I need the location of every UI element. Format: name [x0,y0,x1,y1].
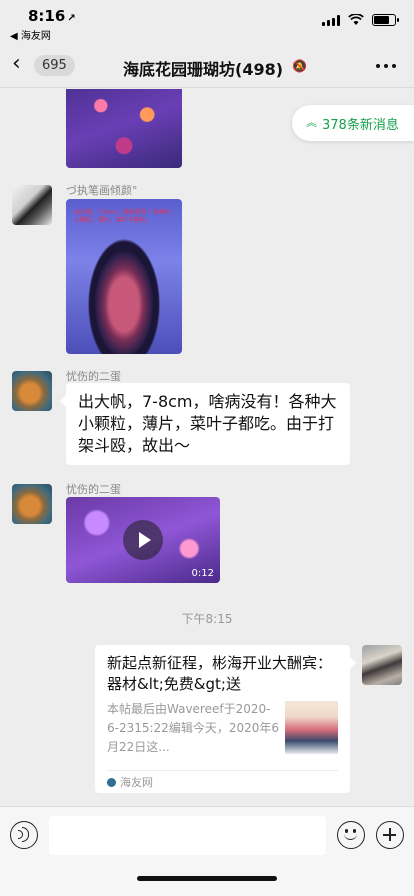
back-chevron-icon[interactable]: ‹ [12,53,21,75]
my-avatar[interactable] [362,645,402,685]
coral-photo-message[interactable] [66,89,182,168]
wifi-icon [348,14,364,25]
new-messages-label: 378条新消息 [322,117,399,133]
back-to-app-link[interactable]: ◀ 海友网 [10,27,51,42]
chat-title: 海底花园珊瑚坊(498) [123,60,284,79]
video-message[interactable]: 0:12 [66,497,220,583]
input-bar [0,806,414,896]
location-arrow-icon: ↗ [67,13,76,24]
double-chevron-up-icon: ︽ [306,116,317,129]
home-indicator[interactable] [137,876,277,881]
more-options-icon[interactable] [376,64,396,68]
sender-name: 忧伤的二蛋 [66,370,121,383]
emoji-icon[interactable] [337,821,365,849]
muted-bell-icon: 🔕 [292,59,307,73]
avatar[interactable] [12,371,52,411]
battery-icon [372,14,399,26]
text-message-bubble[interactable]: 出大帆，7-8cm，啥病没有！各种大小颗粒，薄片，菜叶子都吃。由于打架斗殴，故出… [60,383,350,465]
photo-overlay-text: 出大帆，7-8cm，啥病没有！各种大小颗粒，薄片，菜叶子都吃。 [74,209,171,224]
link-card-source: 海友网 [107,774,153,790]
link-card-message[interactable]: 新起点新征程，彬海开业大酬宾：器材&lt;免费&gt;送 本帖最后由Wavere… [95,645,356,793]
status-icons [322,14,399,26]
status-bar: 8:16 ↗ ◀ 海友网 [0,0,414,44]
message-input[interactable] [49,816,326,855]
clock-time: 8:16 [28,7,66,25]
link-card-source-name: 海友网 [120,776,153,789]
message-list[interactable]: ︽ 378条新消息 づ执笔画倾颜° 出大帆，7-8cm，啥病没有！各种大小颗粒，… [0,89,414,806]
link-card-thumbnail [285,701,338,754]
video-duration: 0:12 [191,568,214,579]
coral-photo-message[interactable]: 出大帆，7-8cm，啥病没有！各种大小颗粒，薄片，菜叶子都吃。 [66,199,182,354]
cellular-signal-icon [322,14,340,26]
new-messages-banner[interactable]: ︽ 378条新消息 [292,105,414,141]
plus-icon[interactable] [376,821,404,849]
sender-name: 忧伤的二蛋 [66,483,121,496]
link-card-description: 本帖最后由Wavereef于2020-6-2315:22编辑今天，2020年6月… [107,702,279,754]
voice-icon[interactable] [10,821,38,849]
divider [107,770,338,771]
avatar[interactable] [12,185,52,225]
chat-nav-bar: ‹ 695 海底花园珊瑚坊(498) 🔕 [0,44,414,88]
play-icon[interactable] [123,520,163,560]
message-timestamp: 下午8:15 [181,612,233,626]
avatar[interactable] [12,484,52,524]
unread-count-badge[interactable]: 695 [34,55,75,76]
source-logo-icon [107,777,116,787]
sender-name: づ执笔画倾颜° [66,184,138,197]
link-card-title: 新起点新征程，彬海开业大酬宾：器材&lt;免费&gt;送 [107,654,333,693]
clock: 8:16 ↗ [28,7,76,25]
